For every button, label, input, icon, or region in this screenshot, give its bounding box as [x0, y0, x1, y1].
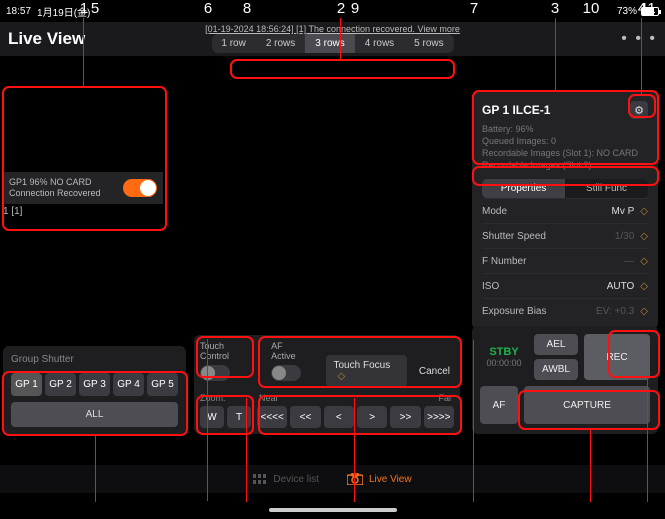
zoom-wide-button[interactable]: W	[200, 406, 224, 428]
statusbar-battery-pct: 73%	[617, 6, 637, 17]
prop-row-shutter[interactable]: Shutter Speed 1/30 ◇	[482, 223, 648, 248]
group-button-4[interactable]: GP 4	[113, 373, 144, 396]
prop-value: Mv P	[612, 206, 635, 217]
row-layout-segmented[interactable]: 1 row 2 rows 3 rows 4 rows 5 rows	[211, 34, 453, 53]
prop-value: AUTO	[607, 281, 635, 292]
gear-icon: ⚙	[634, 104, 644, 117]
group-shutter-heading: Group Shutter	[11, 354, 178, 365]
prop-row-iso[interactable]: ISO AUTO ◇	[482, 273, 648, 298]
tab-still-func[interactable]: Still Func	[565, 179, 648, 198]
group-button-2[interactable]: GP 2	[45, 373, 76, 396]
tab-device-list-label: Device list	[273, 474, 319, 485]
focus-near-label: Near	[259, 393, 279, 403]
camera-icon	[347, 473, 363, 485]
header-bar: Live View [01-19-2024 18:56:24] [1] The …	[0, 22, 665, 56]
connection-banner[interactable]: [01-19-2024 18:56:24] [1] The connection…	[205, 24, 460, 34]
focus-near-3[interactable]: <<<<	[257, 406, 287, 428]
chevron-icon: ◇	[640, 206, 648, 217]
touch-focus-dropdown[interactable]: Touch Focus ◇	[326, 355, 407, 387]
chevron-icon: ◇	[640, 306, 648, 317]
focus-far-label: Far	[439, 393, 453, 403]
preview-enable-toggle[interactable]	[123, 179, 157, 197]
page-title: Live View	[8, 29, 85, 49]
bottom-tabbar: Device list Live View	[0, 465, 665, 493]
ael-button[interactable]: AEL	[534, 334, 578, 355]
prop-row-ev[interactable]: Exposure Bias EV: +0.3 ◇	[482, 298, 648, 323]
settings-button[interactable]: ⚙	[630, 101, 648, 119]
touch-control-switch[interactable]	[200, 365, 230, 381]
chevron-down-icon: ◇	[338, 371, 346, 382]
zoom-label: Zoom:	[200, 393, 251, 403]
touch-control-label: Touch Control	[200, 341, 253, 361]
meta-queued: Queued Images: 0	[482, 135, 648, 147]
af-active-switch[interactable]	[271, 365, 301, 381]
touch-focus-label: Touch Focus	[334, 360, 391, 371]
grid-icon	[253, 474, 267, 484]
awbl-button[interactable]: AWBL	[534, 359, 578, 380]
focus-near-2[interactable]: <<	[290, 406, 320, 428]
live-preview-tile[interactable]: GP1 96% NO CARD Connection Recovered	[3, 74, 163, 204]
group-button-all[interactable]: ALL	[11, 402, 178, 427]
cancel-button[interactable]: Cancel	[415, 361, 454, 382]
group-button-5[interactable]: GP 5	[147, 373, 178, 396]
zoom-tele-button[interactable]: T	[227, 406, 251, 428]
row-option-3[interactable]: 3 rows	[305, 34, 354, 53]
preview-index-label: 1 [1]	[3, 206, 22, 217]
row-option-2[interactable]: 2 rows	[256, 34, 305, 53]
meta-rec-slot1: Recordable Images (Slot 1): NO CARD	[482, 147, 648, 159]
prop-value: 1/30	[615, 231, 634, 242]
tab-live-view-label: Live View	[369, 474, 412, 485]
detail-tabbar[interactable]: Properties Still Func	[482, 179, 648, 198]
preview-status-line2: Connection Recovered	[9, 188, 101, 199]
rec-button[interactable]: REC	[584, 334, 650, 380]
row-option-4[interactable]: 4 rows	[355, 34, 404, 53]
standby-label: STBY	[489, 346, 518, 358]
prop-value: EV: +0.3	[596, 306, 634, 317]
statusbar-time: 18:57	[6, 6, 31, 17]
prop-label: ISO	[482, 281, 499, 292]
battery-icon	[641, 7, 659, 16]
row-option-5[interactable]: 5 rows	[404, 34, 453, 53]
record-controls-panel: STBY 00:00:00 AEL AWBL REC AF CAPTURE	[472, 326, 658, 434]
focus-far-1[interactable]: >	[357, 406, 387, 428]
preview-status-strip: GP1 96% NO CARD Connection Recovered	[3, 172, 163, 204]
chevron-icon: ◇	[640, 256, 648, 267]
prop-label: Exposure Bias	[482, 306, 546, 317]
group-shutter-panel: Group Shutter GP 1 GP 2 GP 3 GP 4 GP 5 A…	[3, 346, 186, 434]
camera-detail-panel: GP 1 ILCE-1 ⚙ Battery: 96% Queued Images…	[472, 92, 658, 329]
af-active-label: AF Active	[271, 341, 307, 361]
prop-row-fnumber[interactable]: F Number — ◇	[482, 248, 648, 273]
group-button-1[interactable]: GP 1	[11, 373, 42, 396]
meta-battery: Battery: 96%	[482, 123, 648, 135]
prop-label: Shutter Speed	[482, 231, 546, 242]
tools-panel: Touch Control AF Active Touch Focus ◇ Ca…	[194, 335, 460, 434]
prop-label: Mode	[482, 206, 507, 217]
standby-time: 00:00:00	[486, 358, 521, 368]
preview-status-line1: GP1 96% NO CARD	[9, 177, 101, 188]
prop-value: —	[624, 256, 634, 267]
statusbar-date: 1月19日(金)	[37, 4, 90, 19]
home-indicator	[269, 508, 397, 512]
tab-properties[interactable]: Properties	[482, 179, 565, 198]
focus-far-2[interactable]: >>	[390, 406, 420, 428]
focus-near-1[interactable]: <	[324, 406, 354, 428]
camera-name: GP 1 ILCE-1	[482, 103, 550, 117]
meta-rec-slot2: Recordable Images (Slot 2):	[482, 159, 648, 171]
prop-label: F Number	[482, 256, 526, 267]
tab-device-list[interactable]: Device list	[253, 474, 319, 485]
prop-row-mode[interactable]: Mode Mv P ◇	[482, 198, 648, 223]
focus-far-3[interactable]: >>>>	[424, 406, 454, 428]
af-button[interactable]: AF	[480, 386, 518, 424]
capture-button[interactable]: CAPTURE	[524, 386, 650, 424]
tab-live-view[interactable]: Live View	[347, 473, 412, 485]
group-button-3[interactable]: GP 3	[79, 373, 110, 396]
chevron-icon: ◇	[640, 281, 648, 292]
row-option-1[interactable]: 1 row	[211, 34, 255, 53]
chevron-icon: ◇	[640, 231, 648, 242]
more-menu-button[interactable]: • • •	[621, 30, 657, 48]
